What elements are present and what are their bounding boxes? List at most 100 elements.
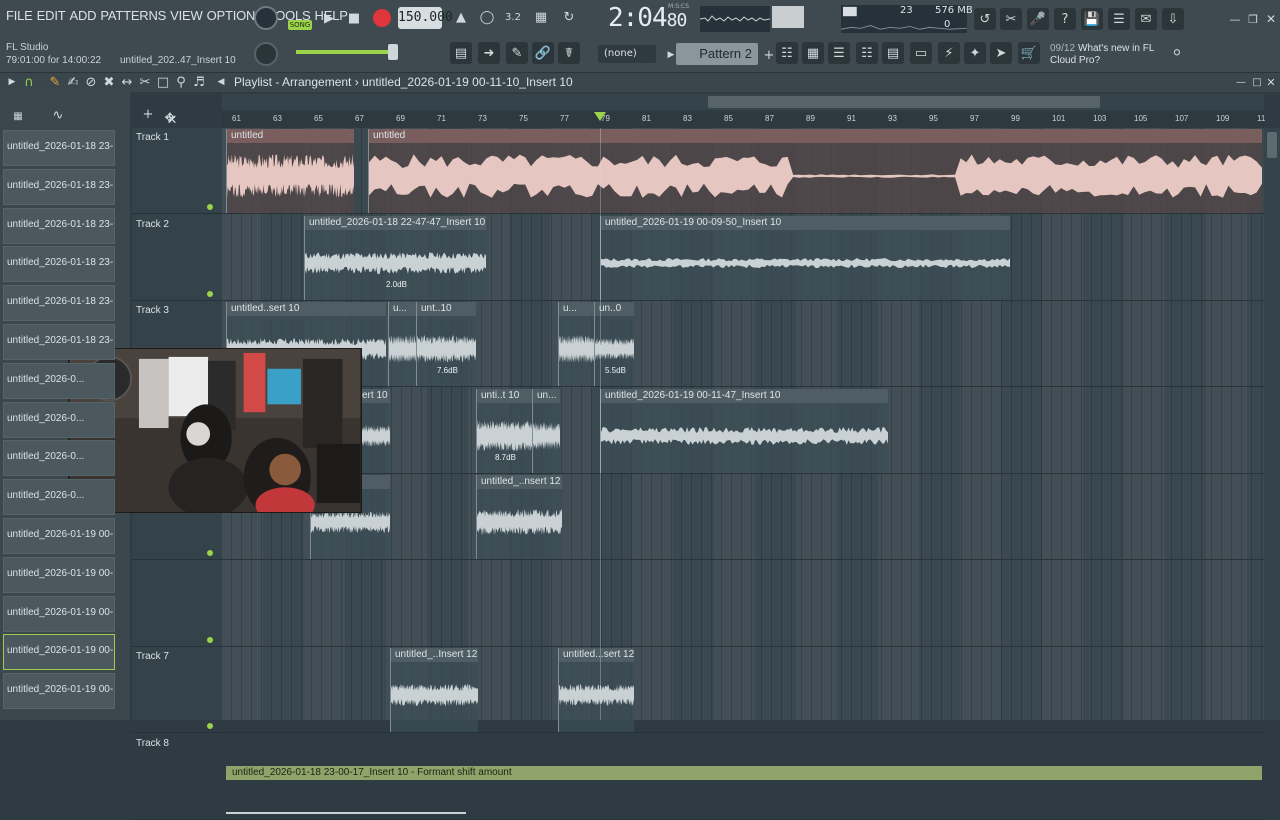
help-button[interactable]: ? xyxy=(1054,8,1076,30)
draw-tool[interactable]: ✎ xyxy=(46,73,64,91)
shop-button[interactable]: 🛒 xyxy=(1018,42,1040,64)
paint-tool[interactable]: ✍ xyxy=(64,73,82,91)
master-volume-knob[interactable] xyxy=(254,6,278,30)
playback-tool[interactable]: ♬ xyxy=(190,73,208,91)
slider-handle[interactable] xyxy=(388,44,398,60)
menu-add[interactable]: ADD xyxy=(67,8,98,23)
tempo-display[interactable]: 150.000 xyxy=(398,7,453,29)
pattern-selector[interactable]: Pattern 2 xyxy=(676,43,758,65)
playlist-minimize-button[interactable]: — xyxy=(1234,73,1248,91)
menu-edit[interactable]: EDIT xyxy=(35,8,68,23)
track-header[interactable]: Track 1 xyxy=(132,128,222,214)
arrow-button[interactable]: ➜ xyxy=(478,42,500,64)
audio-clip[interactable]: untitled_2026-01-19 00-11-47_Insert 10 xyxy=(600,388,888,473)
overview-viewport[interactable] xyxy=(708,96,1100,108)
piano-roll-window-button[interactable]: ▦ xyxy=(802,42,824,64)
wizard-button[interactable]: ✦ xyxy=(964,42,986,64)
zoom-tool[interactable]: ⚲ xyxy=(172,73,190,91)
master-pitch-slider[interactable] xyxy=(296,50,396,54)
track-mute-led[interactable] xyxy=(207,550,213,556)
chat-button[interactable]: ✉ xyxy=(1135,8,1157,30)
mixer-button[interactable]: ☰ xyxy=(1108,8,1130,30)
slice-tool[interactable]: ✂ xyxy=(136,73,154,91)
select-tool[interactable]: □ xyxy=(154,73,172,91)
audio-clip[interactable]: untitled_2026-01-19 00-09-50_Insert 10 xyxy=(600,215,1010,300)
audio-clip[interactable]: untitled_2026-01-18 22-47-47_Insert 10 2.… xyxy=(304,215,486,300)
step-edit-button[interactable]: ▦ xyxy=(530,6,552,28)
record-audio-button[interactable]: 🎤 xyxy=(1027,8,1049,30)
browser-clip-item[interactable]: untitled_2026-01-19 00-... xyxy=(3,556,115,593)
browser-clip-item[interactable]: untitled_2026-01-18 23-... xyxy=(3,207,115,244)
send-button[interactable]: ➤ xyxy=(990,42,1012,64)
audio-clip[interactable]: unt..10 7.6dB xyxy=(416,302,476,386)
scroll-thumb[interactable] xyxy=(1267,132,1277,158)
news-headline-2[interactable]: Cloud Pro? xyxy=(1050,55,1100,66)
master-pitch-knob[interactable] xyxy=(254,42,278,66)
playlist-maximize-button[interactable]: □ xyxy=(1250,73,1264,91)
track-lane[interactable] xyxy=(222,561,1264,647)
add-track-button[interactable]: + xyxy=(140,106,156,122)
metronome-button[interactable]: ▲ xyxy=(450,6,472,28)
track-mute-led[interactable] xyxy=(207,204,213,210)
playhead-marker[interactable] xyxy=(594,112,606,121)
browser-clip-item[interactable]: untitled_2026-01-19 00-... xyxy=(3,634,115,671)
audio-clip[interactable]: untitled xyxy=(368,129,1262,213)
browser-clip-item[interactable]: untitled_2026-01-18 23-... xyxy=(3,324,115,360)
browser-clip-item[interactable]: untitled_2026-0... xyxy=(3,401,115,438)
track-mute-led[interactable] xyxy=(207,723,213,729)
track-header[interactable]: Track 2 xyxy=(132,215,222,301)
playlist-grid[interactable]: untitled untitled untitled_2026-01-18 22-4… xyxy=(222,128,1264,820)
cut-button[interactable]: ✂ xyxy=(1000,8,1022,30)
track-header[interactable]: Track 8 xyxy=(132,734,222,820)
mixer-window-button[interactable]: ☷ xyxy=(856,42,878,64)
audio-clip[interactable]: untitled_..Insert 12 xyxy=(390,648,478,732)
browser-clip-item[interactable]: untitled_2026-01-19 00-... xyxy=(3,673,115,710)
close-button[interactable]: ✕ xyxy=(1260,8,1280,30)
project-button[interactable]: ▭ xyxy=(910,42,932,64)
browser-clip-item[interactable]: untitled_2026-01-18 23-... xyxy=(3,246,115,283)
browser-clip-item[interactable]: untitled_2026-0... xyxy=(3,479,115,516)
audio-clip[interactable]: u... xyxy=(388,302,416,386)
piano-roll-button[interactable]: ▤ xyxy=(450,42,472,64)
audio-clip[interactable]: untitled xyxy=(226,129,354,213)
audio-clip[interactable]: untitled...sert 12 xyxy=(558,648,634,732)
timeline-ruler[interactable]: 61 63 65 67 69 71 73 75 77 79 81 83 85 87 89 91 93 95 97 99… xyxy=(222,112,1265,128)
playlist-menu-button[interactable]: ▶ xyxy=(4,73,20,91)
browser-clip-item[interactable]: untitled_2026-0... xyxy=(3,362,115,399)
stop-button[interactable]: ■ xyxy=(343,7,365,29)
record-button[interactable] xyxy=(370,6,394,30)
playlist-button[interactable]: ☷ xyxy=(776,42,798,64)
audio-clip[interactable]: u... xyxy=(558,302,594,386)
magnet-button[interactable]: ∩ xyxy=(20,73,38,91)
browser-clip-item[interactable]: untitled_2026-01-19 00-... xyxy=(3,595,115,632)
browser-wave-button[interactable]: ∿ xyxy=(46,106,70,124)
browser-clip-item[interactable]: untitled_2026-01-18 23-... xyxy=(3,130,115,166)
globe-button[interactable]: ⚪ xyxy=(1166,42,1188,64)
remove-track-button[interactable]: ✕ xyxy=(162,112,182,128)
download-button[interactable]: ⇩ xyxy=(1162,8,1184,30)
mute-tool[interactable]: ✖ xyxy=(100,73,118,91)
browser-clip-item[interactable]: untitled_2026-01-18 23-... xyxy=(3,168,115,205)
snap-selector[interactable]: (none) xyxy=(598,45,656,63)
automation-clip[interactable]: untitled_2026-01-18 23-00-17_Insert 10 -… xyxy=(226,765,1262,780)
save-button[interactable]: 💾 xyxy=(1081,8,1103,30)
play-button[interactable]: ▶ xyxy=(318,7,340,29)
channel-rack-button[interactable]: ☰ xyxy=(828,42,850,64)
browser-clip-item[interactable]: untitled_2026-01-19 00-... xyxy=(3,518,115,554)
playlist-close-button[interactable]: ✕ xyxy=(1264,73,1278,91)
plugin-button[interactable]: ⚡ xyxy=(938,42,960,64)
browser-mode-button[interactable]: ▦ xyxy=(8,108,28,124)
browser-button[interactable]: ▤ xyxy=(882,42,904,64)
brush-button[interactable]: ✎ xyxy=(506,42,528,64)
browser-clip-item[interactable]: untitled_2026-01-18 23-... xyxy=(3,285,115,322)
slip-tool[interactable]: ↔ xyxy=(118,73,136,91)
audio-clip[interactable]: untitled_..nsert 12 xyxy=(476,475,562,559)
vertical-scrollbar[interactable] xyxy=(1264,128,1280,720)
song-pattern-toggle[interactable]: SONG xyxy=(288,6,314,34)
audio-clip[interactable]: unti..t 10 8.7dB xyxy=(476,388,532,473)
delete-tool[interactable]: ⊘ xyxy=(82,73,100,91)
arrangement-back-button[interactable]: ◀ xyxy=(212,73,230,91)
countdown-button[interactable]: 3.2 xyxy=(502,6,524,28)
track-header[interactable]: Track 7 xyxy=(132,647,222,733)
track-mute-led[interactable] xyxy=(207,290,213,297)
